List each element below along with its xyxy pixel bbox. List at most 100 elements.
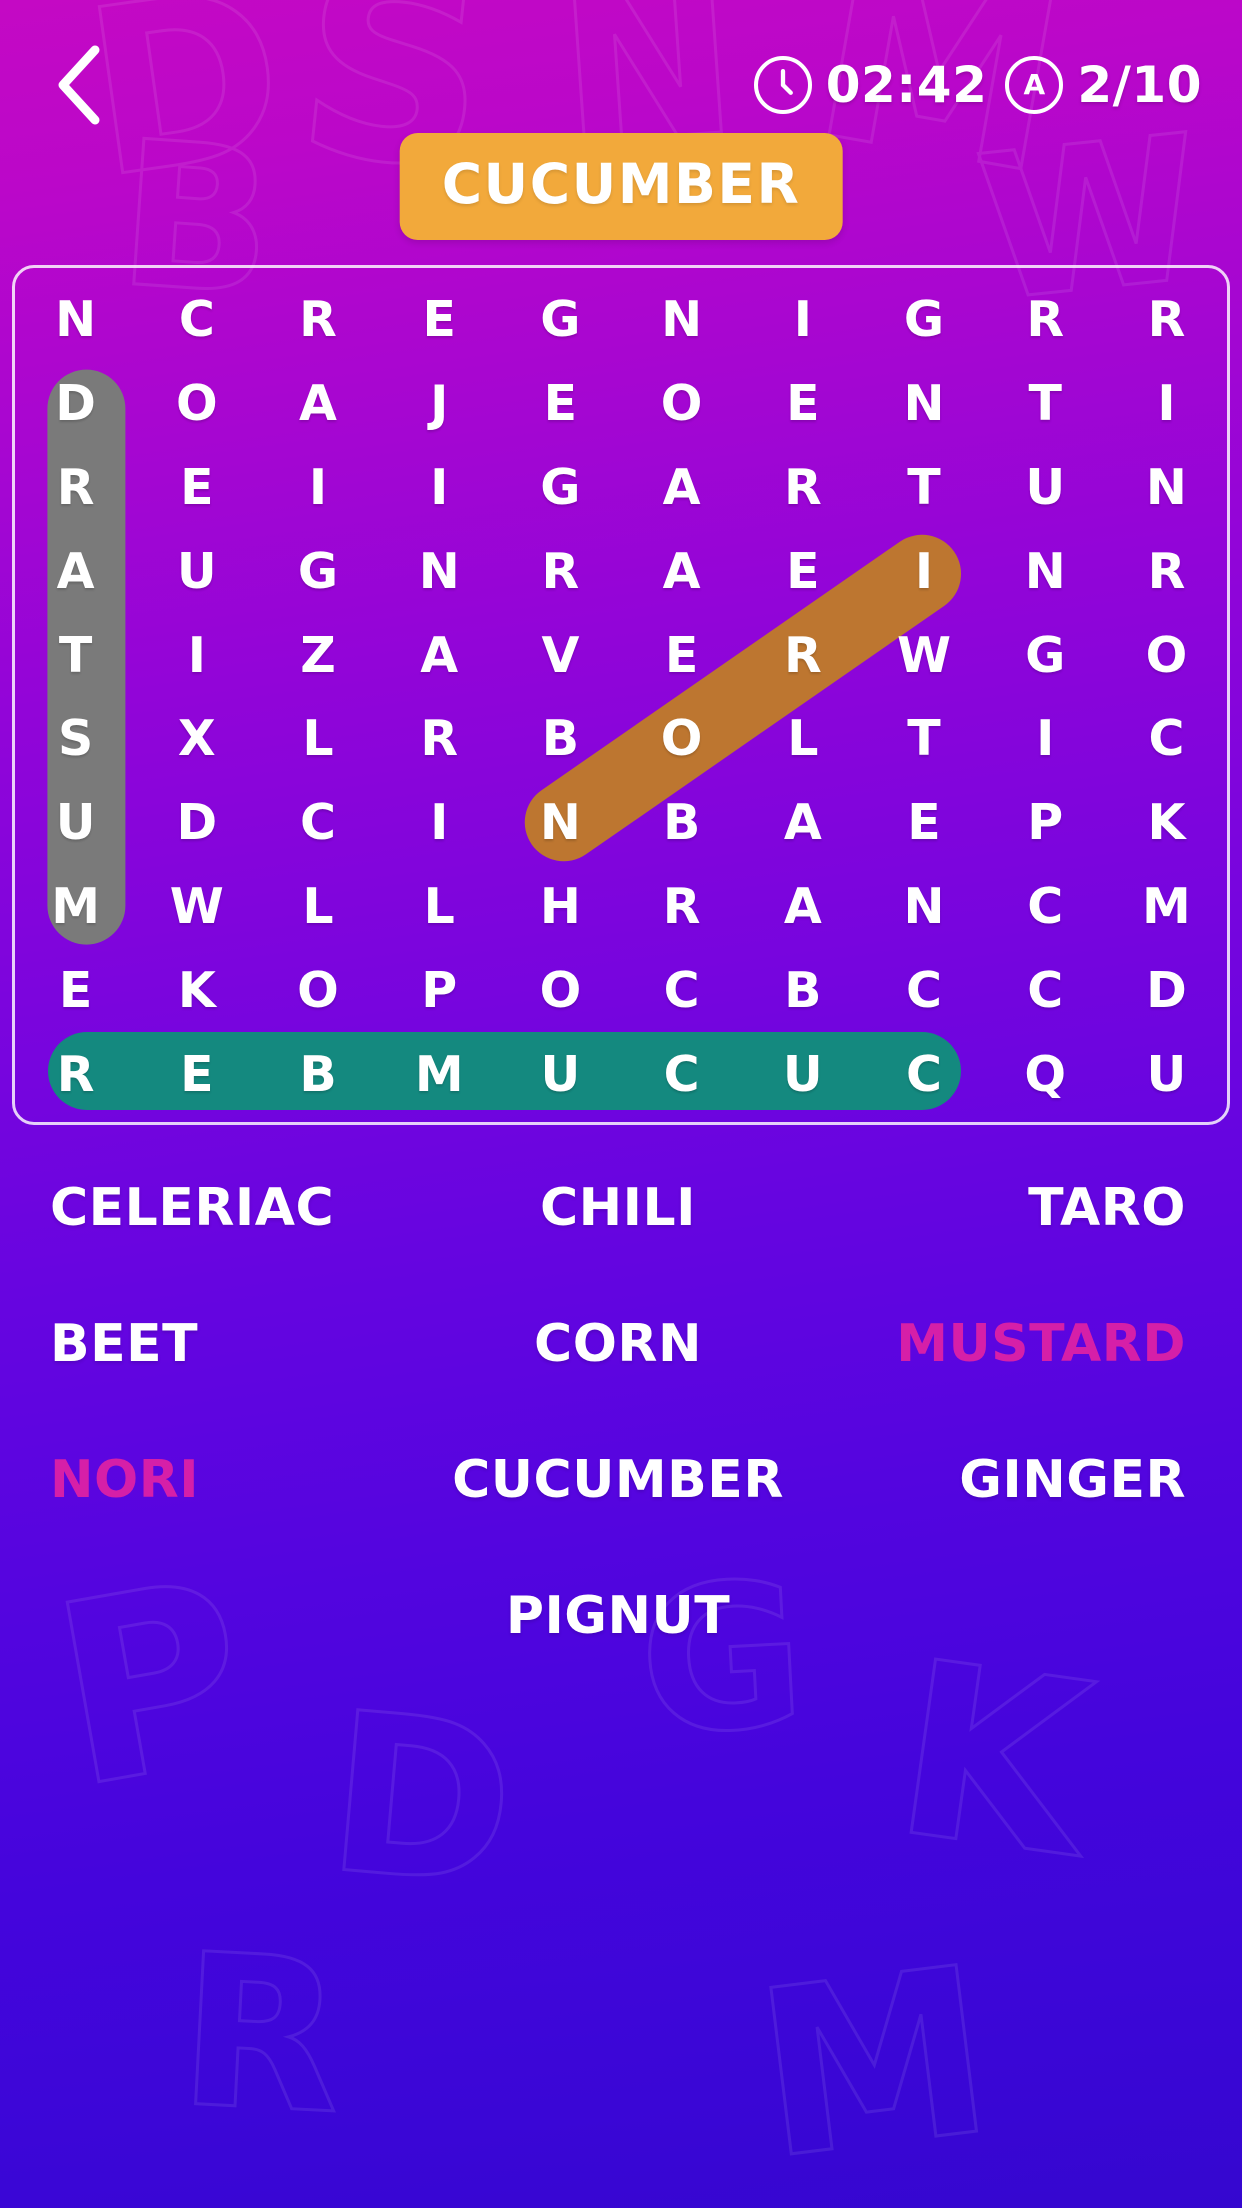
- word-search-grid[interactable]: NCREGNIGRRDOAJEOENTIREIIGARTUNAUGNRAEINR…: [12, 265, 1230, 1125]
- grid-cell[interactable]: N: [985, 547, 1106, 596]
- grid-cell[interactable]: T: [15, 631, 136, 680]
- grid-cell[interactable]: U: [15, 798, 136, 847]
- grid-cell[interactable]: X: [136, 714, 257, 763]
- grid-cell[interactable]: I: [1106, 379, 1227, 428]
- grid-cell[interactable]: N: [500, 798, 621, 847]
- grid-cell[interactable]: T: [985, 379, 1106, 428]
- grid-cell[interactable]: O: [500, 966, 621, 1015]
- grid-cell[interactable]: R: [15, 463, 136, 512]
- grid-cell[interactable]: I: [742, 295, 863, 344]
- grid-cell[interactable]: O: [621, 379, 742, 428]
- grid-cell[interactable]: C: [257, 798, 378, 847]
- grid-cell[interactable]: S: [15, 714, 136, 763]
- grid-cell[interactable]: R: [1106, 295, 1227, 344]
- grid-cell[interactable]: N: [863, 882, 984, 931]
- grid-cell[interactable]: M: [15, 882, 136, 931]
- grid-cell[interactable]: C: [621, 966, 742, 1015]
- grid-cell[interactable]: R: [985, 295, 1106, 344]
- word-list-item[interactable]: CORN: [429, 1318, 808, 1370]
- grid-cell[interactable]: C: [863, 1050, 984, 1099]
- grid-cell[interactable]: R: [1106, 547, 1227, 596]
- grid-cell[interactable]: C: [985, 966, 1106, 1015]
- grid-cell[interactable]: J: [379, 379, 500, 428]
- grid-cell[interactable]: E: [742, 547, 863, 596]
- grid-cell[interactable]: G: [257, 547, 378, 596]
- grid-cell[interactable]: L: [257, 714, 378, 763]
- grid-cell[interactable]: G: [863, 295, 984, 344]
- grid-cell[interactable]: C: [863, 966, 984, 1015]
- word-list-item[interactable]: CELERIAC: [40, 1182, 429, 1234]
- word-list-item[interactable]: TARO: [807, 1182, 1202, 1234]
- grid-cell[interactable]: L: [257, 882, 378, 931]
- grid-cell[interactable]: A: [742, 798, 863, 847]
- grid-cell[interactable]: N: [1106, 463, 1227, 512]
- word-list-item[interactable]: NORI: [40, 1454, 429, 1506]
- grid-cell[interactable]: C: [621, 1050, 742, 1099]
- grid-cell[interactable]: E: [621, 631, 742, 680]
- grid-cell[interactable]: E: [136, 463, 257, 512]
- grid-cell[interactable]: B: [257, 1050, 378, 1099]
- grid-cell[interactable]: G: [500, 463, 621, 512]
- grid-cell[interactable]: A: [621, 463, 742, 512]
- grid-cell[interactable]: P: [379, 966, 500, 1015]
- grid-cell[interactable]: T: [863, 714, 984, 763]
- grid-cell[interactable]: M: [1106, 882, 1227, 931]
- grid-cell[interactable]: R: [742, 631, 863, 680]
- grid-cell[interactable]: R: [257, 295, 378, 344]
- grid-cell[interactable]: A: [15, 547, 136, 596]
- grid-cell[interactable]: I: [257, 463, 378, 512]
- grid-cell[interactable]: I: [985, 714, 1106, 763]
- grid-cell[interactable]: D: [15, 379, 136, 428]
- grid-cell[interactable]: V: [500, 631, 621, 680]
- grid-cell[interactable]: E: [863, 798, 984, 847]
- grid-cell[interactable]: Z: [257, 631, 378, 680]
- grid-cell[interactable]: A: [742, 882, 863, 931]
- word-list-item[interactable]: BEET: [40, 1318, 429, 1370]
- grid-cell[interactable]: R: [742, 463, 863, 512]
- grid-cell[interactable]: G: [500, 295, 621, 344]
- grid-cell[interactable]: N: [621, 295, 742, 344]
- grid-cell[interactable]: U: [985, 463, 1106, 512]
- grid-cell[interactable]: L: [379, 882, 500, 931]
- word-list-item[interactable]: CUCUMBER: [429, 1454, 808, 1506]
- grid-cell[interactable]: W: [863, 631, 984, 680]
- grid-cell[interactable]: O: [257, 966, 378, 1015]
- grid-cell[interactable]: E: [136, 1050, 257, 1099]
- grid-cell[interactable]: K: [136, 966, 257, 1015]
- grid-cell[interactable]: B: [500, 714, 621, 763]
- grid-cell[interactable]: A: [379, 631, 500, 680]
- word-list-item[interactable]: CHILI: [429, 1182, 808, 1234]
- grid-cell[interactable]: N: [15, 295, 136, 344]
- grid-cell[interactable]: B: [621, 798, 742, 847]
- grid-cell[interactable]: I: [379, 463, 500, 512]
- grid-cell[interactable]: O: [1106, 631, 1227, 680]
- grid-cell[interactable]: U: [1106, 1050, 1227, 1099]
- grid-cell[interactable]: M: [379, 1050, 500, 1099]
- grid-cell[interactable]: T: [863, 463, 984, 512]
- grid-cell[interactable]: B: [742, 966, 863, 1015]
- word-list-item[interactable]: PIGNUT: [429, 1590, 808, 1642]
- grid-cell[interactable]: U: [136, 547, 257, 596]
- grid-cell[interactable]: C: [136, 295, 257, 344]
- grid-cell[interactable]: I: [863, 547, 984, 596]
- grid-cell[interactable]: R: [379, 714, 500, 763]
- grid-cell[interactable]: K: [1106, 798, 1227, 847]
- grid-cell[interactable]: E: [742, 379, 863, 428]
- grid-cell[interactable]: R: [15, 1050, 136, 1099]
- grid-cell[interactable]: G: [985, 631, 1106, 680]
- grid-cell[interactable]: D: [1106, 966, 1227, 1015]
- grid-cell[interactable]: C: [985, 882, 1106, 931]
- grid-cell[interactable]: E: [15, 966, 136, 1015]
- grid-cell[interactable]: E: [379, 295, 500, 344]
- back-button[interactable]: [36, 42, 122, 128]
- grid-cell[interactable]: O: [621, 714, 742, 763]
- grid-cell[interactable]: A: [257, 379, 378, 428]
- grid-cell[interactable]: W: [136, 882, 257, 931]
- grid-cell[interactable]: L: [742, 714, 863, 763]
- grid-cell[interactable]: U: [500, 1050, 621, 1099]
- grid-cell[interactable]: I: [379, 798, 500, 847]
- grid-cell[interactable]: I: [136, 631, 257, 680]
- grid-cell[interactable]: H: [500, 882, 621, 931]
- grid-cell[interactable]: R: [621, 882, 742, 931]
- grid-cell[interactable]: E: [500, 379, 621, 428]
